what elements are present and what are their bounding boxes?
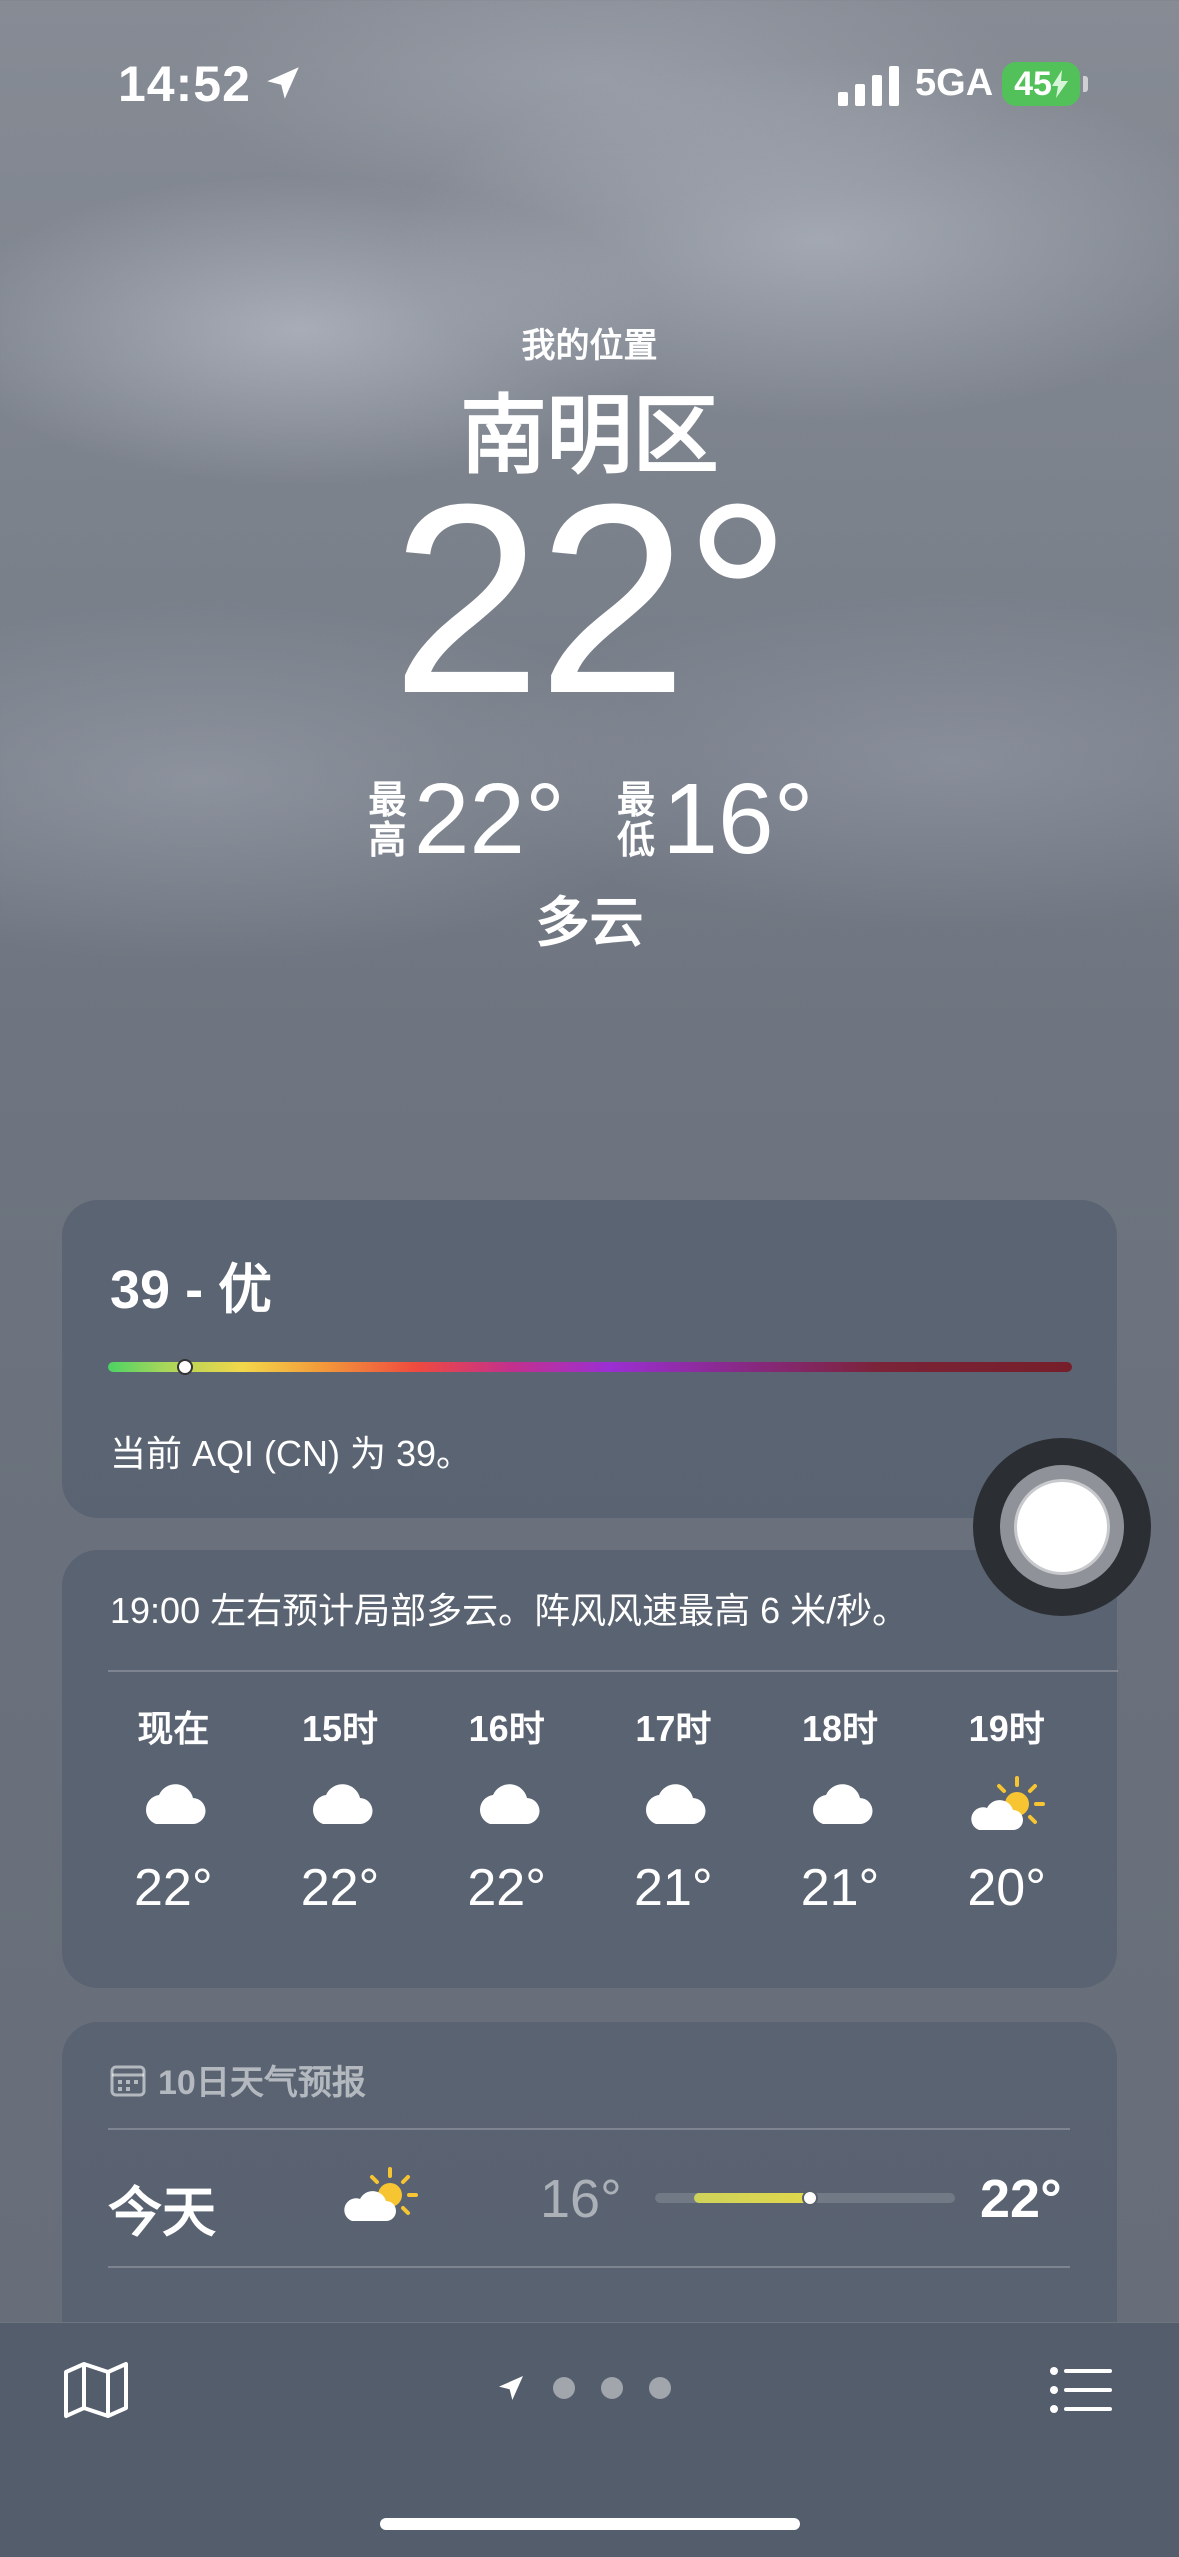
hour-item: 15时 22° [257,1700,424,1918]
ten-day-divider [108,2128,1070,2130]
high-low-temperature: 最高 22° 最低 16° [0,762,1179,875]
hour-item: 19时 20° [923,1700,1090,1918]
current-temperature-dot [802,2190,818,2206]
page-dot[interactable] [601,2377,623,2399]
hourly-list[interactable]: 现在 22° 15时 22° 16时 22° 17时 21° 18时 21° 1… [90,1700,1090,1918]
my-location-label: 我的位置 [521,327,658,365]
hour-temperature: 22° [300,1859,380,1917]
hour-temperature: 21° [634,1859,713,1917]
hour-label: 19时 [968,1708,1045,1749]
cloud-icon [146,1784,206,1825]
temperature-range-fill [694,2193,809,2203]
hourly-divider [108,1670,1118,1672]
ten-day-title-text: 10日天气预报 [158,2064,366,2102]
hour-label: 16时 [468,1708,545,1749]
hour-label: 现在 [137,1708,210,1749]
hourly-summary: 19:00 左右预计局部多云。阵风风速最高 6 米/秒。 [110,1590,909,1631]
page-indicator[interactable] [495,2372,671,2404]
aqi-indicator-dot [177,1359,194,1375]
battery-indicator: 45 [1002,62,1080,106]
aqi-value: 39 - 优 [110,1260,273,1320]
aqi-description: 当前 AQI (CN) 为 39。 [110,1433,473,1474]
low-label: 最低 [616,780,655,862]
calendar-icon [110,2065,146,2096]
partly-sunny-icon [344,2167,418,2221]
partly-sunny-icon [970,1776,1045,1830]
charging-bolt-icon [1051,70,1068,98]
status-time: 14:52 [118,56,251,112]
hour-item: 18时 21° [757,1700,924,1918]
map-icon[interactable] [62,2360,130,2420]
hour-item: 16时 22° [423,1700,590,1918]
cloud-icon [313,1784,373,1825]
aqi-gradient-bar [108,1362,1072,1372]
high-label: 最高 [368,780,407,862]
ten-day-title: 10日天气预报 [110,2055,366,2104]
hour-temperature: 20° [967,1859,1047,1917]
hour-temperature: 21° [800,1859,880,1917]
hour-temperature: 22° [134,1859,213,1917]
location-arrow-icon [267,67,299,99]
list-icon[interactable] [1050,2366,1112,2414]
current-temperature: 22° [391,449,791,750]
cloud-icon [646,1784,706,1825]
cellular-signal-icon [838,66,899,106]
hour-item: 17时 21° [590,1700,757,1918]
low-temperature: 16° [662,763,814,875]
hour-item: 现在 22° [90,1700,257,1918]
battery-nub [1083,76,1088,92]
battery-level: 45 [1014,64,1052,103]
page-dot[interactable] [553,2377,575,2399]
day-name: 今天 [108,2183,216,2243]
assistive-touch-center [1014,1479,1110,1575]
hour-label: 18时 [802,1708,879,1749]
ten-day-divider [108,2266,1070,2268]
day-high-temperature: 22° [980,2169,1062,2229]
cloud-icon [479,1784,540,1825]
weather-condition: 多云 [535,893,644,953]
high-temperature: 22° [413,763,566,875]
home-indicator[interactable] [380,2518,800,2530]
cloud-icon [813,1784,873,1825]
page-dot[interactable] [649,2377,671,2399]
network-type: 5GA [915,62,994,104]
location-arrow-icon [499,2376,523,2400]
hour-label: 17时 [635,1708,712,1749]
day-low-temperature: 16° [540,2169,622,2229]
hour-temperature: 22° [467,1859,546,1917]
hour-label: 15时 [301,1708,379,1749]
